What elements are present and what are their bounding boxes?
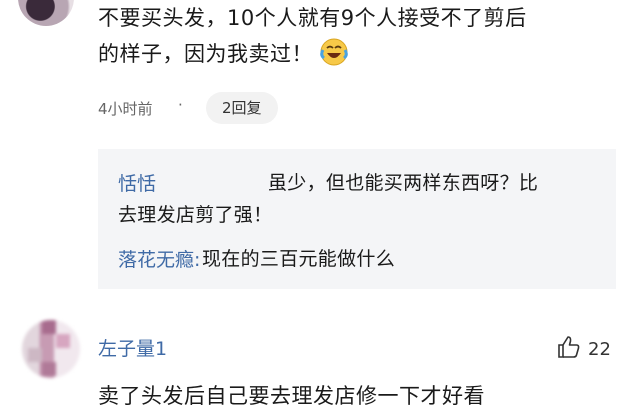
reply-text: 去理发店剪了强！ <box>118 204 273 226</box>
reply-text: 虽少，但也能买两样东西呀？比 <box>268 172 539 194</box>
reply-username[interactable]: 恬恬 <box>118 169 156 196</box>
comment-line: 的样子，因为我卖过！ <box>98 36 618 72</box>
comment-text: 不要买头发，10个人就有9个人接受不了剪后 的样子，因为我卖过！ <box>98 0 618 72</box>
comment-line: 不要买头发，10个人就有9个人接受不了剪后 <box>98 6 527 30</box>
avatar-pixel <box>56 334 70 348</box>
thumbs-up-icon <box>556 334 582 365</box>
reply-count-button[interactable]: 2回复 <box>206 92 278 124</box>
separator-dot: · <box>178 96 183 114</box>
avatar-pixel <box>42 320 56 334</box>
comment-line-text: 的样子，因为我卖过！ <box>98 42 313 66</box>
replies-panel: 恬恬 虽少，但也能买两样东西呀？比 去理发店剪了强！ 落花无瘾: 现在的三百元能… <box>98 149 616 289</box>
comment-username[interactable]: 左子量1 <box>98 334 167 361</box>
laughing-crying-emoji-icon <box>319 37 349 67</box>
reply-text: 现在的三百元能做什么 <box>202 248 396 270</box>
comment-text: 卖了头发后自己要去理发店修一下才好看 <box>98 384 485 408</box>
avatar-pixel <box>28 348 42 362</box>
reply-username[interactable]: 落花无瘾: <box>118 245 200 272</box>
avatar-pixel <box>42 362 56 376</box>
avatar[interactable] <box>22 320 80 378</box>
comment-timestamp: 4小时前 <box>98 100 153 118</box>
like-button[interactable]: 22 <box>556 334 611 365</box>
like-count: 22 <box>588 339 611 360</box>
avatar[interactable] <box>18 0 74 26</box>
